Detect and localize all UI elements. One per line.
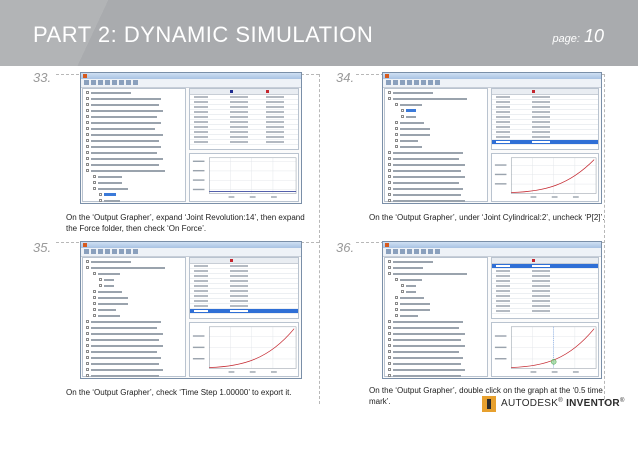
page-number: 10 [583,26,604,46]
page-label: page: [552,33,580,45]
app-icon [385,74,389,78]
window-toolbar [81,79,301,88]
app-icon [385,243,389,247]
screenshot-output-grapher [382,72,602,204]
step-number: 35. [33,240,52,255]
brand-name: AUTODESK [501,398,559,409]
results-table [491,88,599,150]
output-graph[interactable] [491,153,599,202]
app-icon [83,243,87,247]
output-graph[interactable] [491,322,599,377]
click-marker-icon [550,359,557,365]
page-indicator: page: 10 [552,26,604,47]
product-name: INVENTOR [566,398,620,409]
divider-line [319,74,320,404]
tree-panel [82,257,186,377]
screenshot-output-grapher [382,241,602,379]
autodesk-inventor-logo: AUTODESK® INVENTOR® [482,396,624,412]
window-toolbar [81,248,301,257]
app-icon [83,74,87,78]
results-table [189,257,299,319]
window-toolbar [383,79,601,88]
logo-text: AUTODESK® INVENTOR® [501,398,625,409]
page-title: PART 2: DYNAMIC SIMULATION [33,22,374,47]
header-banner: PART 2: DYNAMIC SIMULATION page: 10 [0,0,638,66]
screenshot-output-grapher [80,241,302,379]
step-number: 36. [336,240,355,255]
step-number: 33. [33,70,52,85]
tree-panel [82,88,186,202]
tree-panel [384,257,488,377]
results-table [189,88,299,150]
output-graph[interactable] [189,153,299,202]
step-caption: On the ‘Output Grapher’, under ‘Joint Cy… [369,213,605,222]
step-caption: On the ‘Output Grapher’, expand ‘Joint R… [66,213,305,233]
step-caption: On the ‘Output Grapher’, check ‘Time Ste… [66,388,292,397]
inventor-logo-icon [482,396,496,412]
step-number: 34. [336,70,355,85]
divider-line [604,74,605,404]
tree-panel [384,88,488,202]
results-table [491,257,599,319]
output-graph[interactable] [189,322,299,377]
window-toolbar [383,248,601,257]
screenshot-output-grapher [80,72,302,204]
